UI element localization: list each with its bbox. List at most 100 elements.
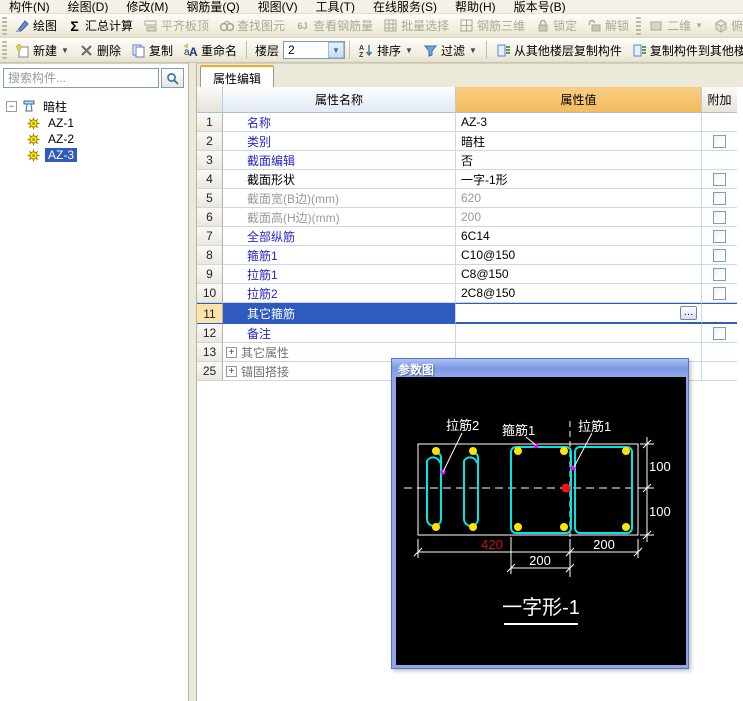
find-element-button[interactable]: 查找图元 [214,15,290,36]
tree-item-label[interactable]: AZ-3 [45,148,77,162]
property-value[interactable]: 200 [456,208,702,227]
menu-item[interactable]: 绘图(D) [59,0,118,14]
view-rebar-qty-button[interactable]: 6J 查看钢筋量 [290,15,378,36]
param-diagram-window[interactable]: 参数图 [391,358,689,669]
expand-icon[interactable]: + [226,347,237,358]
property-value[interactable]: C8@150 [456,265,702,284]
menu-item[interactable]: 在线服务(S) [364,0,446,14]
property-name[interactable]: 其它箍筋 [223,303,456,324]
floor-select[interactable]: 2 ▼ [283,41,345,59]
toolbar-grip[interactable] [2,41,7,59]
attach-checkbox[interactable] [713,249,726,262]
menu-item[interactable]: 修改(M) [117,0,177,14]
attach-checkbox[interactable] [713,230,726,243]
menu-item[interactable]: 钢筋量(Q) [177,0,248,14]
property-name[interactable]: 类别 [223,132,456,151]
attach-checkbox[interactable] [713,327,726,340]
lock-button[interactable]: 锁定 [530,15,582,36]
panel-splitter[interactable] [188,63,197,701]
search-input[interactable] [3,68,159,88]
combo-arrow-icon[interactable]: ▼ [328,42,344,58]
property-value[interactable]: 2C8@150 [456,284,702,303]
property-value[interactable]: 620 [456,189,702,208]
attach-checkbox[interactable] [713,135,726,148]
rename-button[interactable]: aA 重命名 [178,40,242,61]
expand-icon[interactable]: + [226,366,237,377]
menu-item[interactable]: 构件(N) [0,0,59,14]
tree-root-item[interactable]: − 暗柱 [0,97,188,115]
property-row-2[interactable]: 2类别暗柱 [197,132,737,151]
property-value[interactable]: C10@150 [456,246,702,265]
property-value[interactable]: AZ-3 [456,113,702,132]
property-value[interactable] [456,324,702,343]
ellipsis-button[interactable]: … [680,306,697,320]
collapse-icon[interactable]: − [6,101,17,112]
attach-checkbox[interactable] [713,173,726,186]
property-name[interactable]: 截面高(H边)(mm) [223,208,456,227]
toolbar-grip[interactable] [2,17,7,35]
attach-checkbox[interactable] [713,192,726,205]
property-row-3[interactable]: 3截面编辑否 [197,151,737,170]
property-name[interactable]: 截面编辑 [223,151,456,170]
tree-item-AZ-2[interactable]: AZ-2 [14,131,188,147]
property-name[interactable]: 箍筋1 [223,246,456,265]
copy-button[interactable]: 复制 [126,40,178,61]
tree-root-label[interactable]: 暗柱 [40,98,70,115]
property-name[interactable]: 名称 [223,113,456,132]
property-row-8[interactable]: 8箍筋1C10@150 [197,246,737,265]
property-row-9[interactable]: 9拉筋1C8@150 [197,265,737,284]
property-row-11[interactable]: 11其它箍筋… [197,303,737,324]
property-value[interactable]: 6C14 [456,227,702,246]
property-row-1[interactable]: 1名称AZ-3 [197,113,737,132]
sort-button[interactable]: AZ 排序 ▼ [354,40,418,61]
tab-property-edit[interactable]: 属性编辑 [200,65,274,87]
filter-button[interactable]: 过滤 ▼ [418,40,482,61]
property-name[interactable]: 备注 [223,324,456,343]
toolbar-grip[interactable] [636,17,641,35]
header-name[interactable]: 属性名称 [223,87,456,113]
view-mode-dropdown[interactable]: 二维 ▼ [644,15,708,36]
menu-item[interactable]: 视图(V) [249,0,307,14]
top-view-button[interactable]: 俯视 [708,15,743,36]
row-number: 7 [197,227,223,246]
property-name[interactable]: 截面宽(B边)(mm) [223,189,456,208]
header-attach[interactable]: 附加 [702,87,737,113]
menu-item[interactable]: 版本号(B) [505,0,575,14]
property-row-7[interactable]: 7全部纵筋6C14 [197,227,737,246]
draw-button[interactable]: 绘图 [10,15,62,36]
property-name[interactable]: 拉筋1 [223,265,456,284]
property-row-5[interactable]: 5截面宽(B边)(mm)620 [197,189,737,208]
attach-checkbox[interactable] [713,287,726,300]
batch-select-button[interactable]: 批量选择 [378,15,454,36]
property-name[interactable]: 全部纵筋 [223,227,456,246]
copy-from-floor-button[interactable]: 从其他楼层复制构件 [491,40,627,61]
property-row-12[interactable]: 12备注 [197,324,737,343]
attach-checkbox[interactable] [713,211,726,224]
attach-checkbox[interactable] [713,268,726,281]
tree-item-AZ-3[interactable]: AZ-3 [14,147,188,163]
property-value[interactable]: 否 [456,151,702,170]
property-row-4[interactable]: 4截面形状一字-1形 [197,170,737,189]
menu-item[interactable]: 帮助(H) [446,0,505,14]
header-value[interactable]: 属性值 [456,87,702,113]
property-value[interactable]: 一字-1形 [456,170,702,189]
align-slab-top-button[interactable]: 平齐板顶 [138,15,214,36]
new-button[interactable]: 新建 ▼ [10,40,74,61]
tree-item-AZ-1[interactable]: AZ-1 [14,115,188,131]
tree-item-label[interactable]: AZ-2 [45,132,77,146]
property-value[interactable]: … [456,303,702,324]
property-value[interactable]: 暗柱 [456,132,702,151]
property-name[interactable]: 截面形状 [223,170,456,189]
menu-item[interactable]: 工具(T) [307,0,364,14]
summarize-button[interactable]: Σ 汇总计算 [62,15,138,36]
property-row-10[interactable]: 10拉筋22C8@150 [197,284,737,303]
property-name[interactable]: 拉筋2 [223,284,456,303]
copy-to-floor-button[interactable]: 复制构件到其他楼层 [627,40,743,61]
rebar-3d-button[interactable]: 钢筋三维 [454,15,530,36]
delete-button[interactable]: 删除 [74,40,126,61]
property-row-6[interactable]: 6截面高(H边)(mm)200 [197,208,737,227]
unlock-button[interactable]: 解锁 [582,15,634,36]
tree-item-label[interactable]: AZ-1 [45,116,77,130]
param-window-titlebar[interactable]: 参数图 [392,359,688,377]
search-button[interactable] [161,68,184,88]
